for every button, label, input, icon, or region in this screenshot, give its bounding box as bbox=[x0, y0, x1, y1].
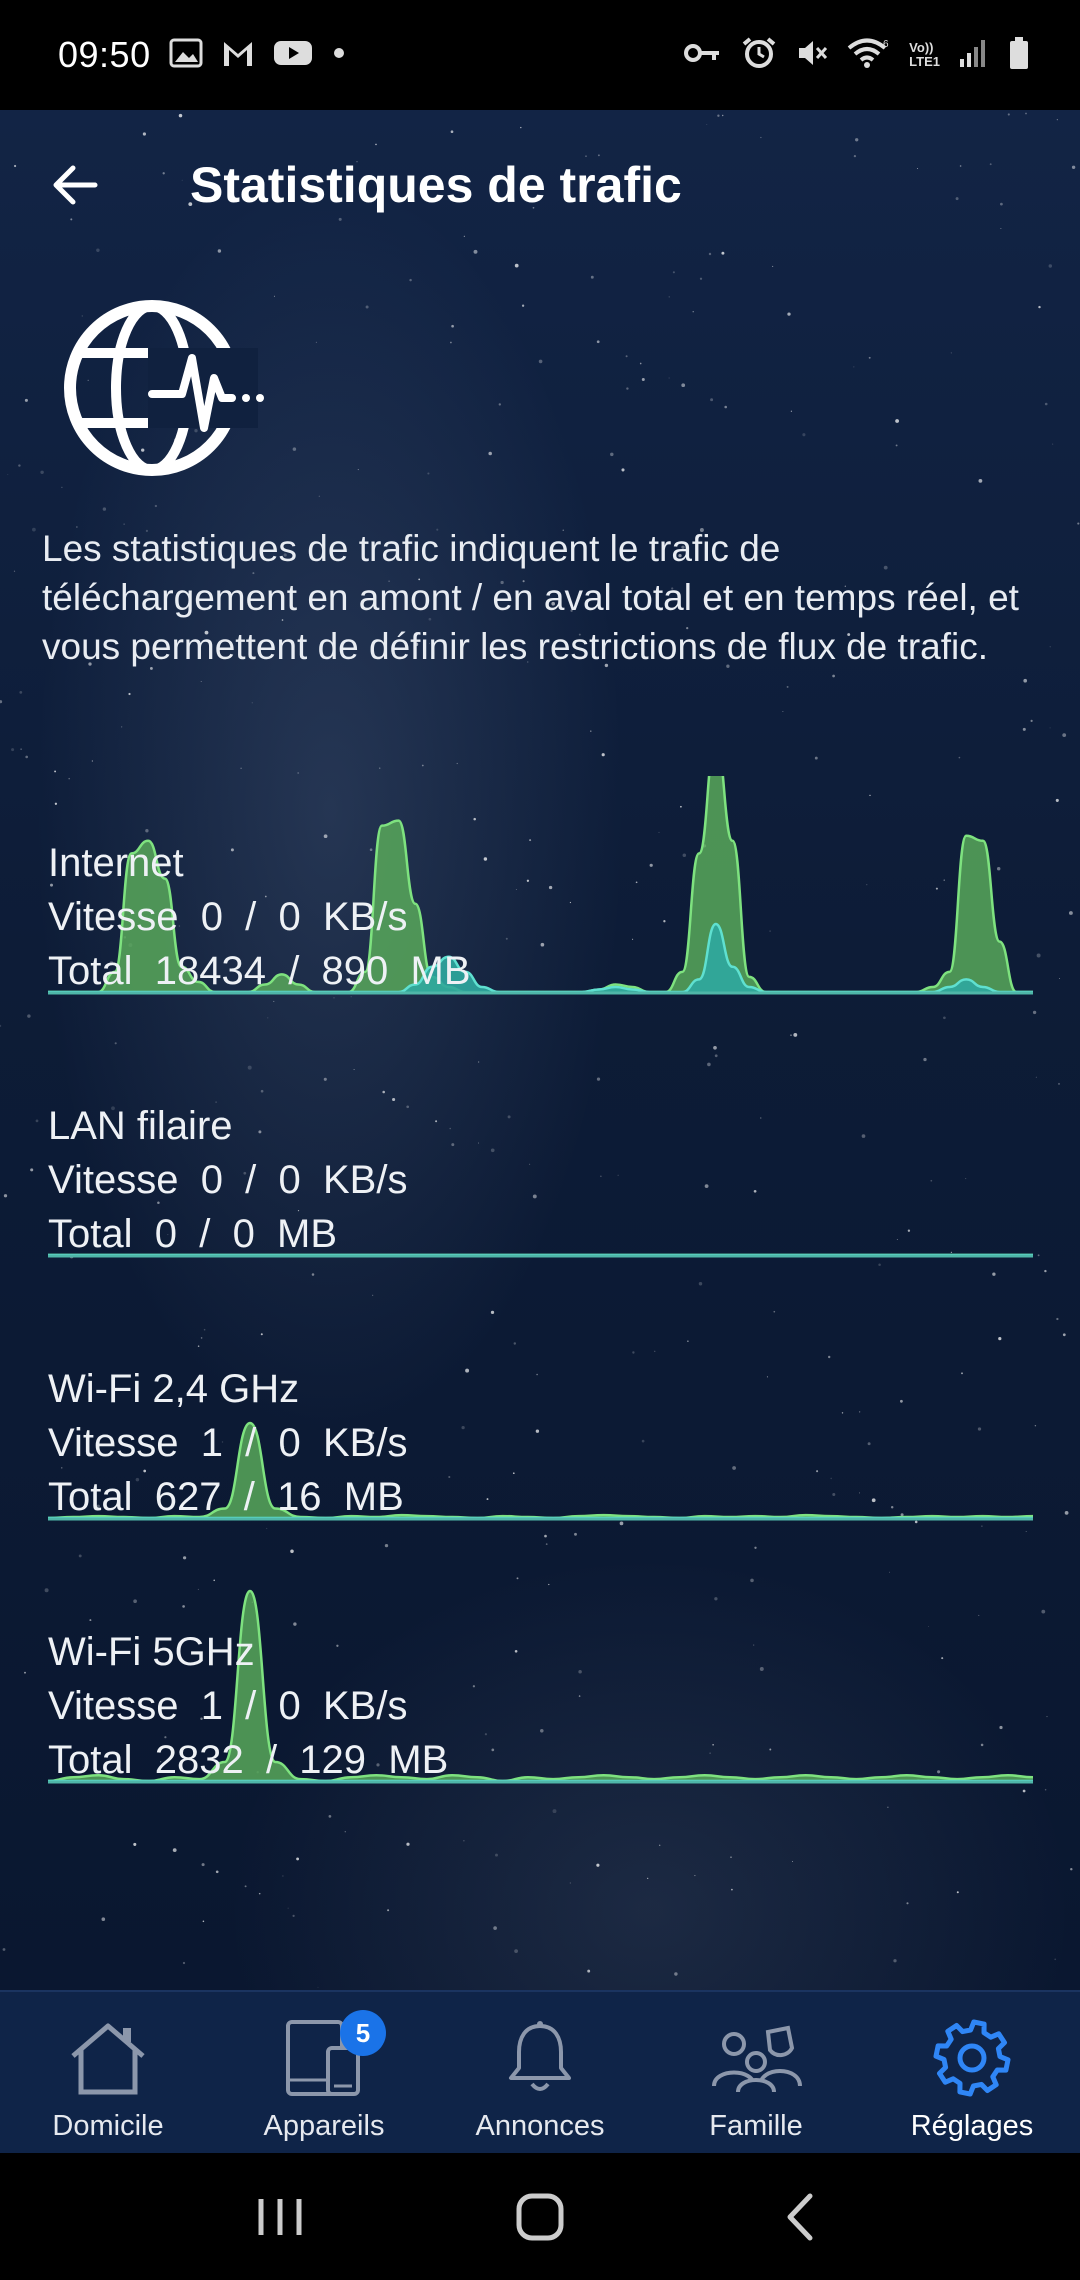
stat-name: LAN filaire bbox=[48, 1104, 233, 1148]
globe-pulse-icon bbox=[60, 298, 290, 478]
stat-wifi-24ghz[interactable]: Wi-Fi 2,4 GHz Vitesse 1 / 0 KB/s Total 6… bbox=[48, 1362, 1033, 1582]
description-text: Les statistiques de trafic indiquent le … bbox=[42, 528, 1019, 667]
back-icon bbox=[787, 2193, 813, 2240]
page-title: Statistiques de trafic bbox=[190, 157, 682, 213]
home-button[interactable] bbox=[480, 2167, 600, 2267]
recents-button[interactable] bbox=[220, 2167, 340, 2267]
alarm-icon bbox=[741, 36, 777, 75]
house-icon bbox=[65, 2016, 151, 2100]
youtube-icon bbox=[273, 38, 313, 73]
stat-name: Internet bbox=[48, 841, 184, 885]
stat-total: Total 627 / 16 MB bbox=[48, 1475, 404, 1519]
battery-icon bbox=[1008, 36, 1030, 75]
devices-badge: 5 bbox=[340, 2010, 386, 2056]
stat-internet[interactable]: Internet Vitesse 0 / 0 KB/s Total 18434 … bbox=[48, 776, 1033, 1056]
nav-domicile[interactable]: Domicile bbox=[0, 1992, 216, 2153]
wifi-icon: 6 bbox=[847, 37, 891, 74]
recents-icon bbox=[258, 2198, 302, 2235]
volte-icon: Vo)) LTE1 bbox=[909, 40, 940, 69]
vpn-key-icon bbox=[683, 38, 723, 73]
devices-icon: 5 bbox=[284, 2010, 386, 2100]
status-time: 09:50 bbox=[58, 34, 151, 75]
nav-annonces[interactable]: Annonces bbox=[432, 1992, 648, 2153]
nav-appareils[interactable]: 5 Appareils bbox=[216, 1992, 432, 2153]
dot-icon bbox=[331, 38, 347, 73]
stat-name: Wi-Fi 5GHz bbox=[48, 1630, 255, 1674]
stat-lan-filaire[interactable]: LAN filaire Vitesse 0 / 0 KB/s Total 0 /… bbox=[48, 1099, 1033, 1319]
gmail-icon bbox=[221, 38, 255, 73]
back-button[interactable] bbox=[40, 150, 110, 220]
stat-name: Wi-Fi 2,4 GHz bbox=[48, 1367, 300, 1411]
stat-total: Total 18434 / 890 MB bbox=[48, 949, 471, 993]
status-bar: 09:50 6 Vo)) LTE1 bbox=[0, 0, 1080, 110]
svg-text:6: 6 bbox=[883, 39, 889, 50]
nav-label: Appareils bbox=[263, 2110, 385, 2142]
stat-speed: Vitesse 1 / 0 KB/s bbox=[48, 1421, 408, 1465]
image-icon bbox=[169, 38, 203, 73]
nav-label: Domicile bbox=[52, 2110, 164, 2142]
stat-wifi-5ghz[interactable]: Wi-Fi 5GHz Vitesse 1 / 0 KB/s Total 2832… bbox=[48, 1589, 1033, 1845]
stat-speed: Vitesse 0 / 0 KB/s bbox=[48, 895, 408, 939]
system-navigation bbox=[0, 2153, 1080, 2280]
family-icon bbox=[708, 2016, 804, 2100]
nav-label: Réglages bbox=[910, 2110, 1034, 2142]
arrow-left-icon bbox=[53, 165, 98, 205]
stat-speed: Vitesse 1 / 0 KB/s bbox=[48, 1684, 408, 1728]
gear-icon bbox=[930, 2016, 1014, 2100]
signal-icon bbox=[958, 37, 990, 74]
nav-label: Famille bbox=[709, 2110, 803, 2142]
home-icon bbox=[516, 2193, 564, 2240]
stat-speed: Vitesse 0 / 0 KB/s bbox=[48, 1158, 408, 1202]
nav-reglages[interactable]: Réglages bbox=[864, 1992, 1080, 2153]
system-back-button[interactable] bbox=[740, 2167, 860, 2267]
nav-famille[interactable]: Famille bbox=[648, 1992, 864, 2153]
stat-total: Total 2832 / 129 MB bbox=[48, 1738, 449, 1782]
nav-label: Annonces bbox=[475, 2110, 605, 2142]
stat-total: Total 0 / 0 MB bbox=[48, 1212, 338, 1256]
bell-icon bbox=[505, 2016, 575, 2100]
mute-icon bbox=[795, 37, 829, 74]
app-header: Statistiques de trafic bbox=[0, 110, 1080, 260]
bottom-navigation: Domicile 5 Appareils Annonces Famille Ré… bbox=[0, 1990, 1080, 2153]
